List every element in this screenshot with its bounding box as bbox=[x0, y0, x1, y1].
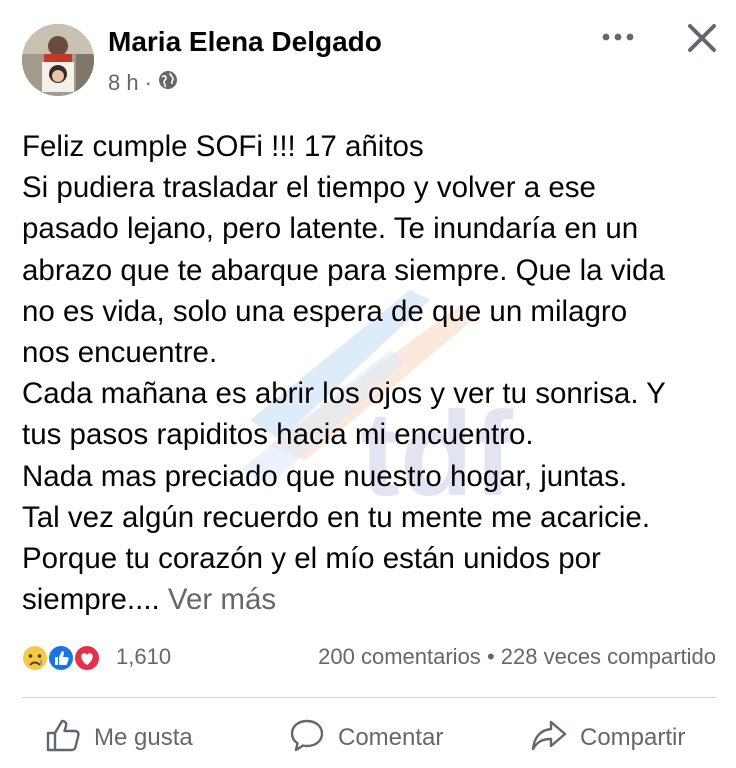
divider bbox=[22, 697, 716, 698]
post-last-line: siempre.... Ver más bbox=[22, 579, 722, 620]
post-line: pasado lejano, pero latente. Te inundarí… bbox=[22, 212, 639, 246]
comment-button[interactable]: Comentar bbox=[288, 712, 443, 764]
stats-separator: • bbox=[486, 644, 495, 669]
like-button[interactable]: Me gusta bbox=[44, 712, 193, 764]
reaction-count[interactable]: 1,610 bbox=[116, 644, 171, 670]
author-name[interactable]: Maria Elena Delgado bbox=[108, 26, 382, 58]
comment-bubble-icon bbox=[288, 716, 338, 761]
post-meta: 8 h · bbox=[108, 70, 178, 96]
post-line: Cada mañana es abrir los ojos y ver tu s… bbox=[22, 377, 666, 411]
post-line: abrazo que te abarque para siempre. Que … bbox=[22, 253, 665, 287]
post-line: nos encuentre. bbox=[22, 336, 218, 370]
post-line: no es vida, solo una espera de que un mi… bbox=[22, 294, 628, 328]
close-icon[interactable] bbox=[684, 20, 720, 56]
thumbs-up-icon bbox=[44, 716, 94, 761]
like-reaction-icon bbox=[47, 644, 75, 672]
post-body: Feliz cumple SOFi !!! 17 añitos Si pudie… bbox=[22, 126, 722, 620]
love-reaction-icon bbox=[73, 644, 101, 672]
see-more-link[interactable]: Ver más bbox=[168, 583, 276, 616]
post-time[interactable]: 8 h bbox=[108, 70, 139, 96]
shares-count[interactable]: 228 veces compartido bbox=[501, 644, 716, 669]
post-line: Porque tu corazón y el mío están unidos … bbox=[22, 542, 601, 576]
engagement-summary: 200 comentarios • 228 veces compartido bbox=[318, 644, 716, 670]
post-line: Si pudiera trasladar el tiempo y volver … bbox=[22, 171, 596, 205]
avatar[interactable] bbox=[22, 24, 94, 96]
more-dots-icon[interactable] bbox=[600, 22, 636, 52]
post-line: Feliz cumple SOFi !!! 17 añitos bbox=[22, 130, 424, 163]
share-arrow-icon bbox=[530, 716, 580, 761]
like-label: Me gusta bbox=[94, 724, 193, 751]
sad-reaction-icon bbox=[21, 644, 49, 672]
post-line: siempre.... bbox=[22, 583, 160, 617]
action-bar: Me gusta Comentar Compartir bbox=[0, 712, 736, 764]
share-label: Compartir bbox=[580, 724, 686, 751]
share-button[interactable]: Compartir bbox=[530, 712, 685, 764]
meta-separator: · bbox=[144, 70, 152, 95]
comments-count[interactable]: 200 comentarios bbox=[318, 644, 481, 669]
post-line: Nada mas preciado que nuestro hogar, jun… bbox=[22, 459, 628, 493]
comment-label: Comentar bbox=[338, 724, 444, 751]
globe-icon bbox=[158, 70, 178, 96]
post-line: Tal vez algún recuerdo en tu mente me ac… bbox=[22, 500, 651, 534]
post-header: Maria Elena Delgado 8 h · bbox=[0, 0, 736, 110]
post-stats: 1,610 200 comentarios • 228 veces compar… bbox=[0, 638, 736, 678]
reactions-summary[interactable] bbox=[20, 642, 110, 674]
post-line: tus pasos rapiditos hacia mi encuentro. bbox=[22, 418, 534, 452]
